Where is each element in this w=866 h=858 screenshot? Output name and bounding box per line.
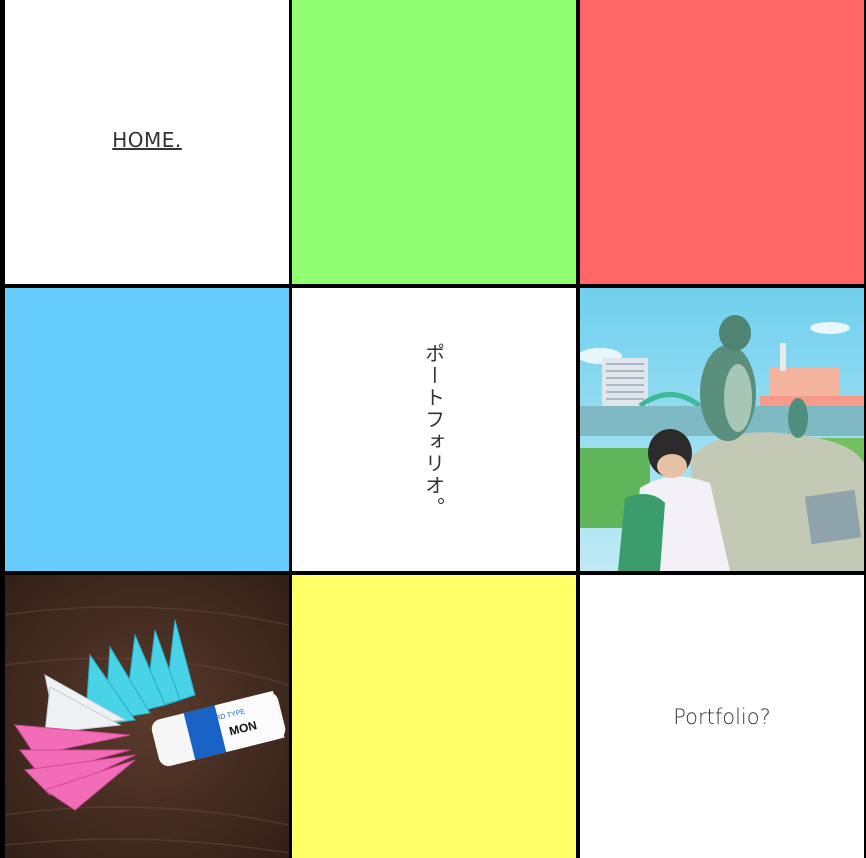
penguin-photo bbox=[580, 288, 864, 571]
origami-photo-tile[interactable]: HARD TYPE MON bbox=[5, 575, 289, 858]
blue-tile[interactable] bbox=[5, 288, 289, 571]
origami-photo: HARD TYPE MON bbox=[5, 575, 289, 858]
red-tile[interactable] bbox=[580, 0, 864, 284]
tile-grid: HOME. ポートフォリオ。 HARD TYPE MON Portfolio? bbox=[0, 0, 866, 858]
penguin-photo-tile[interactable] bbox=[580, 288, 864, 571]
home-link[interactable]: HOME. bbox=[112, 128, 182, 152]
yellow-tile[interactable] bbox=[292, 575, 576, 858]
portfolio-tile[interactable]: Portfolio? bbox=[580, 575, 864, 858]
green-tile[interactable] bbox=[292, 0, 576, 284]
japanese-title-tile: ポートフォリオ。 bbox=[292, 288, 576, 571]
portfolio-question: Portfolio? bbox=[673, 704, 771, 729]
japanese-title: ポートフォリオ。 bbox=[421, 343, 446, 519]
home-tile[interactable]: HOME. bbox=[5, 0, 289, 284]
